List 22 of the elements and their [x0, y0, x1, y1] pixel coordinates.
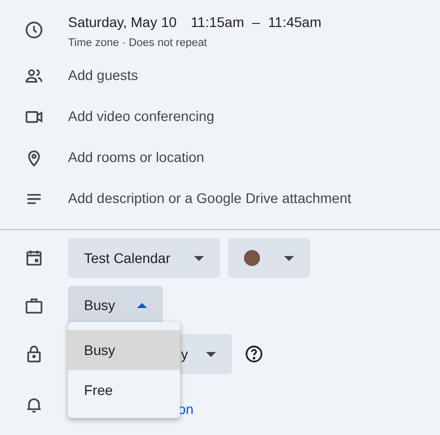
- caret-icon: [284, 256, 294, 260]
- calendar-dropdown[interactable]: Test Calendar: [68, 238, 220, 278]
- help-icon[interactable]: [244, 344, 264, 364]
- add-option[interactable]: Add guests: [68, 65, 138, 86]
- briefcase-icon: [24, 296, 44, 316]
- time-separator: –: [252, 13, 260, 32]
- add-option[interactable]: Add video conferencing: [68, 106, 214, 127]
- add-option[interactable]: Add description or a Google Drive attachment: [68, 188, 352, 209]
- event-date[interactable]: Saturday, May 10: [68, 12, 177, 33]
- add-option[interactable]: Add rooms or location: [68, 147, 204, 168]
- availability-dropdown[interactable]: Busy: [68, 286, 163, 326]
- caret-icon: [194, 256, 204, 260]
- caret-icon: [206, 352, 216, 356]
- menu-option[interactable]: Free: [68, 370, 180, 410]
- clock-icon: [24, 20, 44, 40]
- end-time[interactable]: 11:45am: [268, 12, 322, 33]
- start-time[interactable]: 11:15am: [190, 12, 244, 33]
- calendar-icon: [24, 248, 44, 268]
- caret-icon: [137, 302, 147, 308]
- time-details[interactable]: Time zone · Does not repeat: [68, 35, 322, 52]
- color-dropdown[interactable]: [228, 238, 310, 278]
- menu-option[interactable]: Busy: [68, 330, 180, 370]
